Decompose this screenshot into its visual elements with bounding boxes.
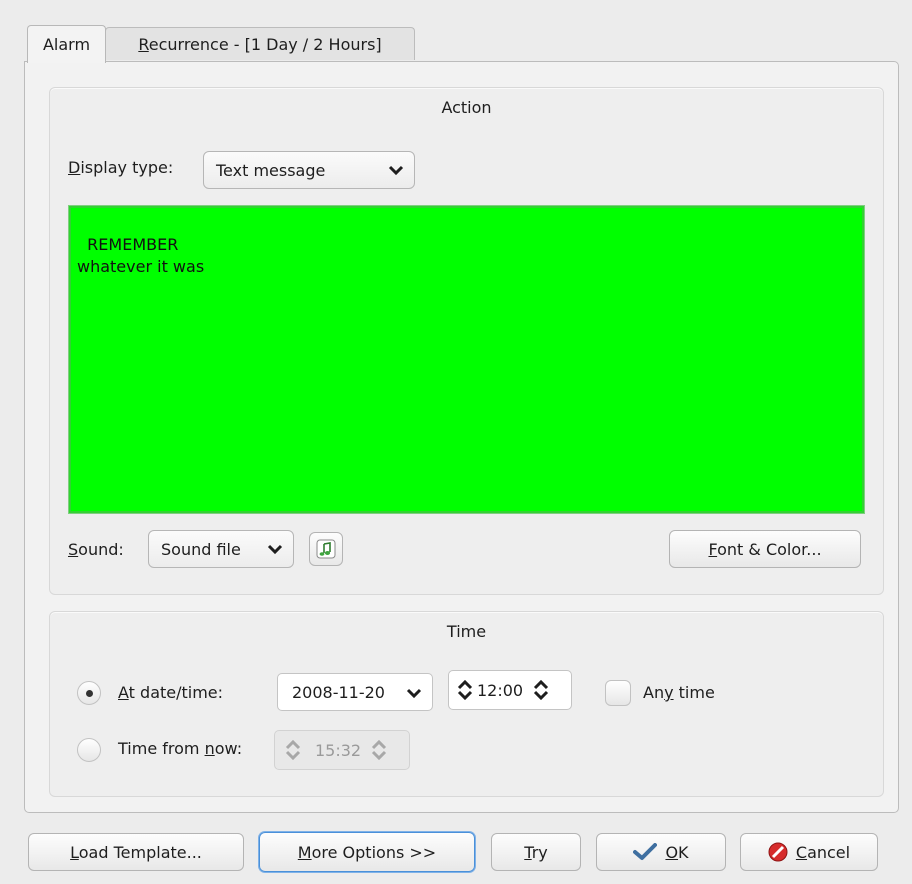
message-text-area[interactable]: REMEMBER whatever it was <box>68 205 865 514</box>
chevron-down-icon <box>406 688 422 699</box>
load-template-button[interactable]: Load Template... <box>28 833 244 871</box>
tab-recurrence-label: Recurrence - [1 Day / 2 Hours] <box>138 34 382 54</box>
cancel-button[interactable]: Cancel <box>740 833 878 871</box>
tab-alarm-label: Alarm <box>42 35 91 54</box>
spin-arrows-icon <box>534 680 549 700</box>
any-time-label: Any time <box>643 683 715 702</box>
time-group-title: Time <box>446 622 487 641</box>
chevron-down-icon <box>267 544 283 555</box>
sound-file-button[interactable] <box>309 532 343 566</box>
spin-arrows-icon <box>457 680 473 700</box>
cancel-label: Cancel <box>795 842 851 862</box>
time-from-now-spinbox[interactable]: 15:32 <box>274 730 410 770</box>
load-template-label: Load Template... <box>70 842 202 862</box>
time-from-now-value: 15:32 <box>315 740 362 760</box>
more-options-button[interactable]: More Options >> <box>259 832 475 872</box>
time-spinbox[interactable]: 12:00 <box>448 670 572 710</box>
action-group-title: Action <box>441 98 492 117</box>
time-from-now-label: Time from now: <box>118 739 243 758</box>
spin-arrows-icon <box>372 740 387 760</box>
at-datetime-label: At date/time: <box>118 683 224 702</box>
sound-label: Sound: <box>68 540 124 559</box>
font-color-label: Font & Color... <box>708 539 822 559</box>
time-from-now-radio[interactable] <box>77 738 101 762</box>
sound-value: Sound file <box>161 539 241 559</box>
try-label: Try <box>524 842 548 862</box>
music-note-icon <box>316 539 336 559</box>
more-options-label: More Options >> <box>297 842 437 862</box>
chevron-down-icon <box>388 165 404 176</box>
sound-select[interactable]: Sound file <box>148 530 294 568</box>
cancel-icon <box>768 842 788 862</box>
display-type-select[interactable]: Text message <box>203 151 415 189</box>
ok-button[interactable]: OK <box>596 833 726 871</box>
at-datetime-radio[interactable] <box>77 681 101 705</box>
date-value: 2008-11-20 <box>292 682 385 702</box>
display-type-label: Display type: <box>68 158 174 177</box>
display-type-value: Text message <box>216 160 326 180</box>
date-select[interactable]: 2008-11-20 <box>277 673 433 711</box>
checkmark-icon <box>633 843 658 860</box>
message-text: REMEMBER whatever it was <box>77 235 205 276</box>
any-time-checkbox[interactable] <box>605 680 631 706</box>
time-value: 12:00 <box>477 680 524 700</box>
tab-recurrence[interactable]: Recurrence - [1 Day / 2 Hours] <box>105 27 415 60</box>
radio-selected-dot <box>86 690 93 697</box>
ok-label: OK <box>665 842 689 862</box>
spin-arrows-icon <box>285 740 301 760</box>
tab-alarm[interactable]: Alarm <box>27 25 106 63</box>
try-button[interactable]: Try <box>491 833 581 871</box>
font-color-button[interactable]: Font & Color... <box>669 530 861 568</box>
